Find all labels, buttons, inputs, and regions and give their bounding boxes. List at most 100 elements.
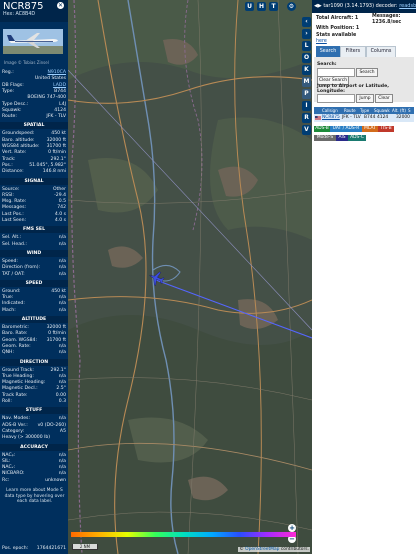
info-row: Direction (from): n/a	[2, 265, 66, 271]
aircraft-photo[interactable]	[3, 29, 63, 54]
section-fms-sel[interactable]: FMS SEL	[0, 226, 68, 234]
info-value[interactable]: LADD	[53, 83, 66, 89]
section-altitude[interactable]: ALTITUDE	[0, 316, 68, 323]
info-row: Last Pos.: 4.0 s	[2, 212, 66, 218]
stats-here-link[interactable]: here	[316, 39, 327, 44]
info-label: Vert. Rate:	[2, 150, 27, 156]
button-p[interactable]: P	[302, 89, 311, 99]
info-row: Distance: 146.8 nmi	[2, 169, 66, 175]
button-l[interactable]: L	[302, 41, 311, 51]
info-value: n/a	[58, 265, 66, 271]
section-signal[interactable]: SIGNAL	[0, 177, 68, 185]
row-route: JFK - TLV	[342, 115, 361, 120]
collapse-arrow-icon[interactable]: ‹	[302, 17, 311, 27]
info-label: Squawk:	[2, 107, 22, 113]
info-row: Squawk: 4124	[2, 108, 66, 114]
info-row: Geom. Rate: n/a	[2, 344, 66, 350]
col-speed[interactable]: S	[408, 107, 411, 114]
section-accuracy[interactable]: ACCURACY	[0, 443, 68, 451]
tab-columns[interactable]: Columns	[366, 46, 396, 57]
panel-right-arrow-icon[interactable]: ▶	[318, 3, 322, 9]
info-value: 292.1°	[50, 367, 66, 373]
info-label: SIL:	[2, 458, 11, 464]
info-label: NICBARO:	[2, 471, 25, 477]
us-flag-icon	[315, 116, 321, 120]
button-h[interactable]: H	[257, 2, 266, 11]
info-value: v0 (DO-260)	[37, 422, 66, 428]
tab-search[interactable]: Search	[316, 46, 340, 57]
legend-badge[interactable]: Mode-S	[314, 135, 336, 141]
info-row: Route: JFK - TLV	[2, 114, 66, 120]
button-v[interactable]: V	[302, 125, 311, 135]
section-wind[interactable]: WIND	[0, 249, 68, 257]
col-squawk[interactable]: Squawk	[374, 107, 390, 114]
aircraft-header: NCR875 Hex: AC8B4D ✕	[0, 0, 68, 22]
search-button[interactable]: Search	[356, 68, 378, 77]
section-spatial[interactable]: SPATIAL	[0, 122, 68, 130]
col-callsign[interactable]: Callsign	[322, 107, 338, 114]
legend-badge[interactable]: TIS-B	[378, 126, 394, 132]
info-value: 4.0 s	[54, 218, 66, 223]
button-m[interactable]: M	[302, 77, 311, 87]
info-row: Type Desc.: L4J	[2, 102, 66, 108]
row-callsign[interactable]: NCR875	[322, 114, 340, 122]
info-value: 32000 ft	[46, 137, 66, 143]
attribution-suffix: contributors.	[280, 547, 309, 552]
button-i[interactable]: I	[302, 101, 311, 111]
info-row: Last Seen: 4.0 s	[2, 218, 66, 224]
info-row: Indicated: n/a	[2, 301, 66, 307]
zoom-in-button[interactable]: +	[288, 524, 296, 532]
legend-badge[interactable]: ADS-C	[348, 135, 366, 141]
info-row: DB Flags: LADD	[2, 83, 66, 89]
button-o[interactable]: O	[302, 53, 311, 63]
osm-link[interactable]: OpenStreetMap	[245, 547, 279, 552]
info-row: Track: 292.1°	[2, 157, 66, 163]
info-label: Pos.:	[2, 162, 13, 168]
readsb-link[interactable]: readsb	[399, 3, 416, 9]
tab-filters[interactable]: Filters	[340, 46, 366, 57]
jump-button[interactable]: Jump	[356, 94, 374, 103]
section-stuff[interactable]: STUFF	[0, 407, 68, 415]
legend-badge[interactable]: UAT / ADS-R	[330, 126, 362, 132]
clear-button[interactable]: Clear	[375, 94, 393, 103]
info-value: n/a	[58, 301, 66, 307]
button-k[interactable]: K	[302, 65, 311, 75]
info-value: 0 ft/min	[48, 331, 66, 337]
expand-arrow-icon[interactable]: ›	[302, 29, 311, 39]
close-icon[interactable]: ✕	[57, 2, 64, 9]
info-label: QNH:	[2, 350, 15, 356]
info-value: A5	[59, 428, 66, 434]
info-label: NACₚ:	[2, 452, 16, 458]
map-canvas[interactable]	[68, 0, 312, 554]
info-row: Geom. WGS84: 31700 ft	[2, 338, 66, 344]
legend-badge[interactable]: ADS-B	[314, 126, 330, 132]
settings-gear-icon[interactable]: ⚙	[287, 2, 296, 11]
info-value: 2.5°	[56, 386, 66, 392]
section-speed[interactable]: SPEED	[0, 279, 68, 287]
legend-badge[interactable]: MLAT	[362, 126, 378, 132]
legend-badge[interactable]: AIS	[336, 135, 348, 141]
pos-epoch-label: Pos. epoch:	[2, 546, 29, 551]
col-type[interactable]: Type	[360, 107, 369, 114]
jump-label: Jump to Airport or Latitude, Longitude:	[317, 84, 389, 94]
info-value: n/a	[58, 416, 66, 422]
button-r[interactable]: R	[302, 113, 311, 123]
button-u[interactable]: U	[245, 2, 254, 11]
info-row: Mach: n/a	[2, 308, 66, 314]
info-label: TAT / OAT:	[2, 271, 25, 277]
info-row: Baro. altitude: 32000 ft	[2, 138, 66, 144]
row-type: B744	[364, 115, 376, 120]
info-value: unknown	[45, 477, 66, 483]
info-label: Track Rate:	[2, 392, 28, 398]
info-value: n/a	[58, 343, 66, 349]
table-row[interactable]: NCR875 JFK - TLV B744 4124 32000	[314, 114, 414, 122]
photo-credit: Image © Tobias Zinsel	[4, 60, 49, 65]
button-t[interactable]: T	[269, 2, 278, 11]
info-row: ADS-B Ver.: v0 (DO-260)	[2, 423, 66, 429]
section-direction[interactable]: DIRECTION	[0, 358, 68, 366]
info-row: True Heading: n/a	[2, 374, 66, 380]
jump-input[interactable]	[317, 94, 355, 103]
map-view[interactable]: U H T ⚙ ‹ › L O K M P I R V + − 2 NM © O…	[68, 0, 312, 554]
col-route[interactable]: Route	[344, 107, 356, 114]
col-alt[interactable]: Alt. (ft)	[392, 107, 406, 114]
